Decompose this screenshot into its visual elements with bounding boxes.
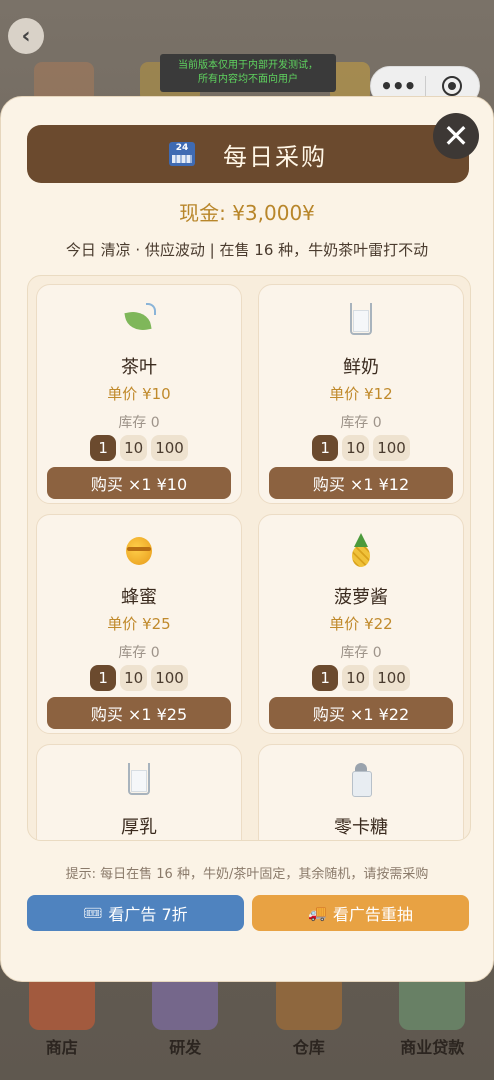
dev-banner-line: 当前版本仅用于内部开发测试， xyxy=(178,60,318,71)
goods-stock: 库存 0 xyxy=(118,415,160,431)
nav-item-warehouse[interactable]: 仓库 xyxy=(254,974,364,1058)
modal-title-bar: 24 每日采购 xyxy=(27,125,469,183)
goods-list[interactable]: 茶叶 单价 ¥10 库存 0 1 10 100 购买 ×1 ¥10 鲜奶 单价 … xyxy=(27,275,471,841)
goods-name: 鲜奶 xyxy=(343,357,379,378)
goods-card-honey: 蜂蜜 单价 ¥25 库存 0 1 10 100 购买 ×1 ¥25 xyxy=(36,514,242,734)
qty-option-10[interactable]: 10 xyxy=(120,435,148,461)
buy-button[interactable]: 购买 ×1 ¥22 xyxy=(269,697,453,729)
goods-name: 零卡糖 xyxy=(334,817,388,838)
qty-option-1[interactable]: 1 xyxy=(90,665,117,691)
qty-option-100[interactable]: 100 xyxy=(373,435,410,461)
qty-option-100[interactable]: 100 xyxy=(151,665,188,691)
milk-glass-icon xyxy=(128,763,150,795)
qty-option-1[interactable]: 1 xyxy=(312,435,339,461)
ticket-icon: 🎟 xyxy=(83,904,103,922)
goods-price: 单价 ¥10 xyxy=(107,385,171,403)
loan-icon xyxy=(399,974,466,1030)
more-dots-icon[interactable]: ••• xyxy=(371,74,425,98)
quantity-selector: 1 10 100 xyxy=(259,665,463,691)
qty-option-10[interactable]: 10 xyxy=(120,665,148,691)
close-button[interactable]: ✕ xyxy=(433,113,479,159)
truck-icon: 🚚 xyxy=(308,904,327,922)
cash-display: 现金: ¥3,000¥ xyxy=(179,201,315,225)
quantity-selector: 1 10 100 xyxy=(259,435,463,461)
goods-card-zero-sugar: 零卡糖 xyxy=(258,744,464,840)
goods-price: 单价 ¥25 xyxy=(107,615,171,633)
goods-name: 蜂蜜 xyxy=(121,587,157,608)
nav-item-store[interactable]: 商店 xyxy=(7,974,117,1058)
milk-glass-icon xyxy=(350,303,372,335)
dev-banner: 当前版本仅用于内部开发测试， 所有内容均不面向用户 xyxy=(160,54,336,92)
nav-label: 商业贷款 xyxy=(400,1038,465,1057)
test-tube-icon xyxy=(152,974,219,1030)
nav-item-loan[interactable]: 商业贷款 xyxy=(377,974,487,1058)
daily-purchase-modal: 24 每日采购 现金: ¥3,000¥ 今日 清凉 · 供应波动 | 在售 16… xyxy=(0,96,494,982)
warehouse-icon xyxy=(275,974,342,1030)
goods-price: 单价 ¥12 xyxy=(329,385,393,403)
buy-button[interactable]: 购买 ×1 ¥12 xyxy=(269,467,453,499)
back-button[interactable]: ‹ xyxy=(8,18,44,54)
quantity-selector: 1 10 100 xyxy=(37,435,241,461)
tea-leaf-icon xyxy=(124,303,156,333)
qty-option-10[interactable]: 10 xyxy=(342,665,370,691)
chevron-left-icon: ‹ xyxy=(21,23,31,49)
24h-store-icon: 24 xyxy=(169,142,195,166)
pineapple-icon xyxy=(348,533,374,567)
bottom-nav: 商店 研发 仓库 商业贷款 xyxy=(0,974,494,1080)
qty-option-100[interactable]: 100 xyxy=(373,665,410,691)
qty-option-100[interactable]: 100 xyxy=(151,435,188,461)
target-icon[interactable] xyxy=(425,76,479,96)
goods-card-milk: 鲜奶 单价 ¥12 库存 0 1 10 100 购买 ×1 ¥12 xyxy=(258,284,464,504)
watch-ad-redraw-label: 看广告重抽 xyxy=(332,905,413,924)
nav-label: 商店 xyxy=(45,1038,78,1057)
goods-name: 菠萝酱 xyxy=(334,587,388,608)
goods-name: 厚乳 xyxy=(121,817,157,838)
qty-option-10[interactable]: 10 xyxy=(342,435,370,461)
honey-pot-icon xyxy=(124,533,154,565)
dev-banner-line: 所有内容均不面向用户 xyxy=(198,74,298,85)
goods-name: 茶叶 xyxy=(121,357,157,378)
goods-card-tea: 茶叶 单价 ¥10 库存 0 1 10 100 购买 ×1 ¥10 xyxy=(36,284,242,504)
watch-ad-discount-label: 看广告 7折 xyxy=(108,905,188,924)
goods-card-pineapple-jam: 菠萝酱 单价 ¥22 库存 0 1 10 100 购买 ×1 ¥22 xyxy=(258,514,464,734)
qty-option-1[interactable]: 1 xyxy=(312,665,339,691)
watch-ad-redraw-button[interactable]: 🚚 看广告重抽 xyxy=(252,895,469,931)
store-icon xyxy=(28,974,95,1030)
watch-ad-discount-button[interactable]: 🎟 看广告 7折 xyxy=(27,895,244,931)
goods-stock: 库存 0 xyxy=(118,645,160,661)
goods-card-thick-milk: 厚乳 xyxy=(36,744,242,840)
goods-stock: 库存 0 xyxy=(340,645,382,661)
nav-label: 研发 xyxy=(169,1038,202,1057)
goods-price: 单价 ¥22 xyxy=(329,615,393,633)
close-icon: ✕ xyxy=(442,117,470,155)
nav-label: 仓库 xyxy=(292,1038,325,1057)
nav-item-research[interactable]: 研发 xyxy=(130,974,240,1058)
buy-button[interactable]: 购买 ×1 ¥10 xyxy=(47,467,231,499)
purchase-hint: 提示: 每日在售 16 种，牛奶/茶叶固定，其余随机，请按需采购 xyxy=(65,867,429,882)
buy-button[interactable]: 购买 ×1 ¥25 xyxy=(47,697,231,729)
qty-option-1[interactable]: 1 xyxy=(90,435,117,461)
quantity-selector: 1 10 100 xyxy=(37,665,241,691)
salt-shaker-icon xyxy=(352,763,372,797)
market-info: 今日 清凉 · 供应波动 | 在售 16 种，牛奶茶叶雷打不动 xyxy=(65,241,429,259)
goods-stock: 库存 0 xyxy=(340,415,382,431)
modal-title: 每日采购 xyxy=(223,142,327,171)
